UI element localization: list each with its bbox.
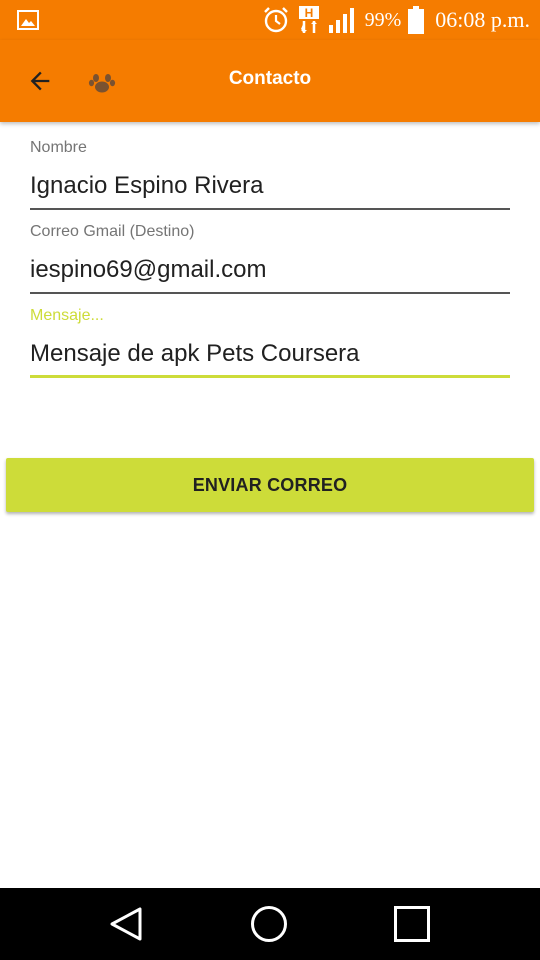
message-input[interactable] <box>30 338 510 378</box>
name-field: Nombre <box>30 138 510 210</box>
battery-icon <box>407 5 425 35</box>
nav-home-button[interactable] <box>249 904 289 944</box>
email-input[interactable] <box>30 254 510 294</box>
battery-percent: 99% <box>364 8 402 31</box>
nav-back-button[interactable] <box>106 904 146 944</box>
nav-recents-button[interactable] <box>392 904 432 944</box>
email-label: Correo Gmail (Destino) <box>30 223 195 240</box>
signal-icon <box>327 5 357 35</box>
clock: 06:08 p.m. <box>435 7 530 32</box>
gallery-icon <box>16 8 40 32</box>
hspa-data-icon: H <box>297 5 321 35</box>
page-title: Contacto <box>228 68 312 89</box>
nav-back-icon <box>110 907 142 941</box>
nav-home-icon <box>251 906 287 942</box>
email-field: Correo Gmail (Destino) <box>30 222 510 294</box>
name-input[interactable] <box>30 170 510 210</box>
navigation-bar <box>0 888 540 960</box>
app-bar: Contacto <box>0 40 540 122</box>
name-label: Nombre <box>30 139 87 156</box>
alarm-icon <box>261 5 291 35</box>
contact-screen: H 99% 06:08 p.m. Contacto Nombre Ignacio… <box>0 0 540 960</box>
send-email-button[interactable]: ENVIAR CORREO <box>6 458 534 512</box>
message-field: Mensaje... <box>30 306 510 378</box>
nav-recents-icon <box>394 906 430 942</box>
svg-text:H: H <box>304 6 313 20</box>
status-icons: H 99% 06:08 p.m. <box>261 4 530 36</box>
status-bar: H 99% 06:08 p.m. <box>0 0 540 40</box>
message-label: Mensaje... <box>30 307 104 324</box>
